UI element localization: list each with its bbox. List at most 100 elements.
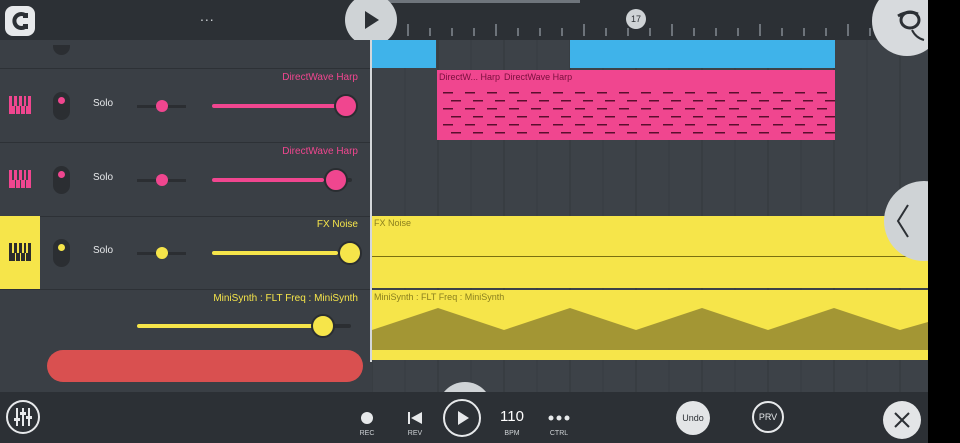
timeline-ruler[interactable] [372, 0, 928, 40]
note-mark [605, 116, 615, 118]
track-mute-switch[interactable] [53, 45, 70, 55]
note-mark [641, 124, 651, 126]
note-mark [803, 132, 813, 134]
clip-harp[interactable]: DirectW... Harp DirectWave Harp [437, 70, 835, 140]
note-mark [597, 92, 607, 94]
track-mute-switch[interactable] [53, 239, 70, 267]
rewind-button[interactable]: REV [400, 392, 430, 443]
volume-knob[interactable] [334, 94, 358, 118]
note-mark [649, 116, 659, 118]
volume-knob[interactable] [338, 241, 362, 265]
note-mark [495, 100, 505, 102]
volume-slider[interactable] [212, 94, 358, 118]
record-icon [361, 412, 373, 424]
note-mark [795, 124, 805, 126]
close-button[interactable] [883, 401, 921, 439]
note-mark [773, 92, 783, 94]
volume-slider[interactable] [212, 168, 352, 192]
track-header[interactable]: Solo DirectWave Harp [0, 143, 370, 217]
note-mark [671, 100, 681, 102]
note-mark [715, 116, 725, 118]
note-mark [465, 92, 475, 94]
pan-knob[interactable] [156, 247, 168, 259]
solo-button[interactable]: Solo [93, 98, 113, 109]
note-mark [759, 116, 769, 118]
playlist-area[interactable]: DirectW... Harp DirectWave Harp FX Noise… [372, 40, 928, 392]
note-mark [553, 124, 563, 126]
solo-button[interactable]: Solo [93, 172, 113, 183]
playhead[interactable] [370, 40, 372, 362]
ctrl-button[interactable]: CTRL [544, 392, 574, 443]
note-mark [495, 116, 505, 118]
pan-slider[interactable] [137, 100, 186, 112]
note-mark [487, 124, 497, 126]
note-mark [817, 92, 827, 94]
clip-fx-noise[interactable]: FX Noise [372, 216, 928, 288]
record-button[interactable]: REC [352, 392, 382, 443]
pan-slider[interactable] [137, 247, 186, 259]
note-mark [759, 100, 769, 102]
note-mark [619, 92, 629, 94]
note-mark [825, 132, 835, 134]
note-mark [781, 132, 791, 134]
note-mark [531, 92, 541, 94]
track-header[interactable] [0, 0, 370, 69]
track-mute-switch[interactable] [53, 166, 70, 194]
note-mark [597, 124, 607, 126]
redaction-scribble [47, 350, 363, 382]
automation-track-header[interactable]: MiniSynth : FLT Freq : MiniSynth [0, 290, 370, 350]
note-mark [509, 92, 519, 94]
note-mark [751, 124, 761, 126]
pan-slider[interactable] [137, 174, 186, 186]
clip-automation[interactable]: MiniSynth : FLT Freq : MiniSynth [372, 290, 928, 360]
note-mark [751, 108, 761, 110]
clip-blue[interactable] [570, 40, 835, 68]
note-mark [553, 92, 563, 94]
note-mark [817, 108, 827, 110]
bpm-control[interactable]: BPM [497, 392, 527, 443]
volume-knob[interactable] [324, 168, 348, 192]
note-mark [825, 116, 835, 118]
automation-knob[interactable] [311, 314, 335, 338]
pan-knob[interactable] [156, 100, 168, 112]
note-mark [443, 92, 453, 94]
pan-knob[interactable] [156, 174, 168, 186]
track-mute-switch[interactable] [53, 92, 70, 120]
solo-button[interactable]: Solo [93, 245, 113, 256]
note-mark [561, 132, 571, 134]
undo-button[interactable]: Undo [676, 401, 710, 435]
mixer-button[interactable] [6, 400, 40, 434]
note-mark [685, 92, 695, 94]
track-header[interactable]: Solo DirectWave Harp [0, 69, 370, 143]
note-mark [781, 116, 791, 118]
note-mark [539, 116, 549, 118]
volume-slider[interactable] [212, 241, 362, 265]
automation-slider[interactable] [137, 314, 351, 338]
bar-marker[interactable]: 17 [626, 9, 646, 29]
note-mark [561, 100, 571, 102]
note-mark [795, 108, 805, 110]
clip-blue[interactable] [372, 40, 436, 68]
note-mark [619, 108, 629, 110]
fl-logo-button[interactable] [872, 0, 928, 56]
track-instrument-selected[interactable] [0, 216, 40, 289]
clip-notes [443, 92, 835, 134]
fl-studio-mobile: ... 17 Solo DirectWave Harp Solo DirectW… [0, 0, 928, 443]
track-name: FX Noise [316, 219, 358, 230]
note-mark [473, 100, 483, 102]
note-mark [583, 100, 593, 102]
preview-button[interactable]: PRV [752, 401, 784, 433]
note-mark [759, 132, 769, 134]
piano-icon [9, 96, 31, 114]
note-mark [517, 132, 527, 134]
note-mark [627, 100, 637, 102]
track-header[interactable]: Solo FX Noise [0, 216, 370, 290]
transport-play-button[interactable] [443, 399, 481, 437]
transport-bar: REC REV 110 BPM CTRL Undo PRV [0, 392, 928, 443]
track-instrument[interactable] [0, 143, 40, 216]
note-mark [715, 132, 725, 134]
piano-icon [9, 243, 31, 261]
track-instrument[interactable] [0, 69, 40, 142]
side-panel-toggle[interactable] [884, 181, 928, 261]
note-mark [575, 124, 585, 126]
